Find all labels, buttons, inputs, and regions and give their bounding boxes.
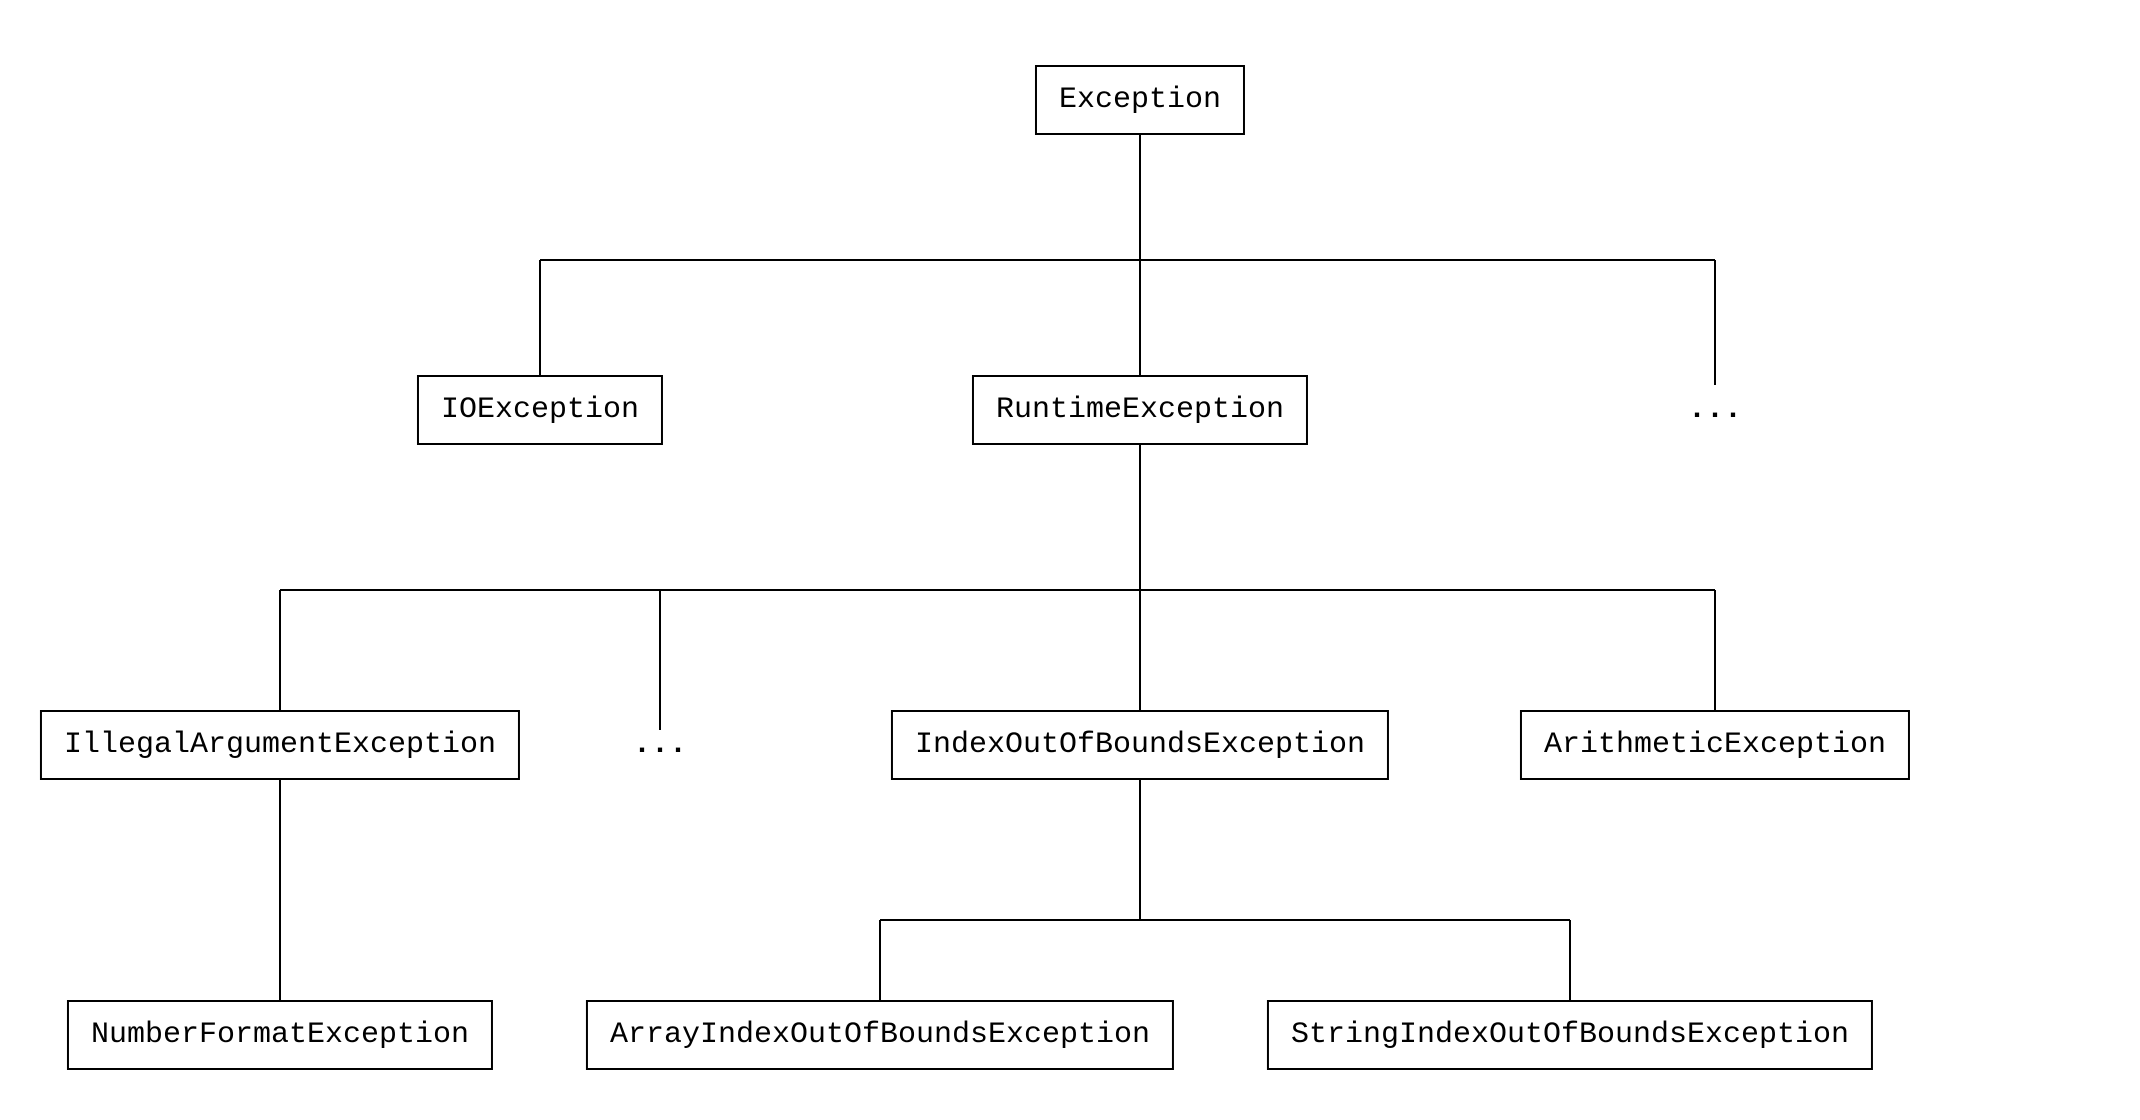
ellipsis-top: ... bbox=[1688, 395, 1742, 425]
node-arithmeticexception: ArithmeticException bbox=[1520, 710, 1910, 780]
node-stringindexoutofboundsexception: StringIndexOutOfBoundsException bbox=[1267, 1000, 1873, 1070]
node-exception: Exception bbox=[1035, 65, 1245, 135]
node-runtimeexception: RuntimeException bbox=[972, 375, 1308, 445]
node-arrayindexoutofboundsexception: ArrayIndexOutOfBoundsException bbox=[586, 1000, 1174, 1070]
exception-hierarchy-diagram: Exception IOException RuntimeException .… bbox=[0, 0, 2140, 1120]
ellipsis-mid: ... bbox=[633, 730, 687, 760]
node-indexoutofboundsexception: IndexOutOfBoundsException bbox=[891, 710, 1389, 780]
node-numberformatexception: NumberFormatException bbox=[67, 1000, 493, 1070]
node-illegalargumentexception: IllegalArgumentException bbox=[40, 710, 520, 780]
node-ioexception: IOException bbox=[417, 375, 663, 445]
connector-lines bbox=[0, 0, 2140, 1120]
